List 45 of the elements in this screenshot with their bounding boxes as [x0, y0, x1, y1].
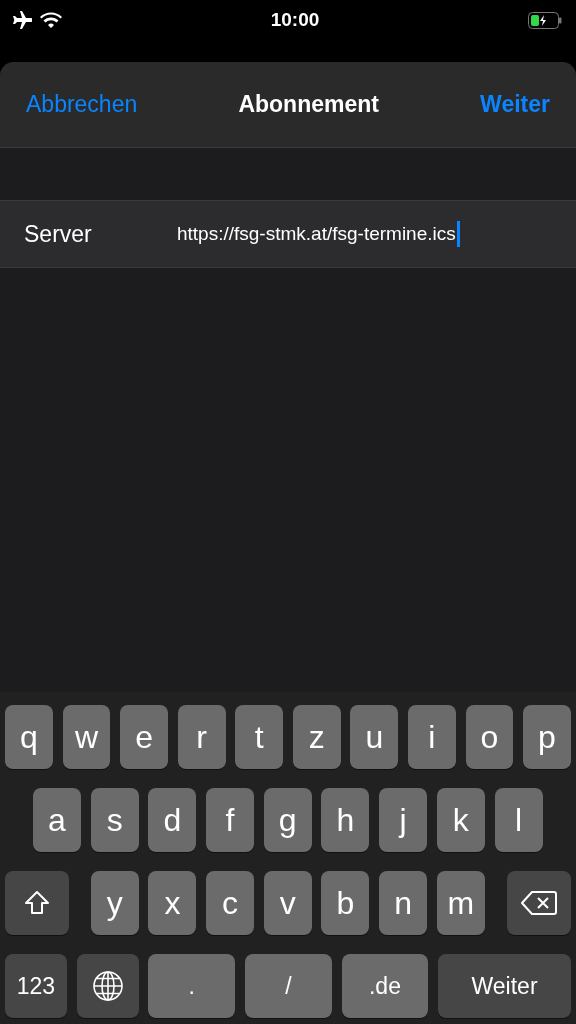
- letter-key[interactable]: e: [120, 705, 168, 769]
- cancel-button[interactable]: Abbrechen: [26, 87, 138, 122]
- letter-key[interactable]: a: [33, 788, 81, 852]
- letter-key[interactable]: w: [62, 705, 111, 769]
- letter-key[interactable]: v: [263, 871, 312, 935]
- letter-key[interactable]: n: [379, 871, 428, 935]
- letter-key[interactable]: j: [379, 788, 428, 852]
- letter-key[interactable]: c: [206, 871, 255, 935]
- sheet-title: Abonnement: [238, 90, 379, 120]
- next-button[interactable]: Weiter: [480, 87, 550, 122]
- letter-key[interactable]: x: [148, 871, 197, 935]
- shift-icon: [24, 890, 50, 916]
- shift-key[interactable]: [5, 871, 69, 935]
- letter-key[interactable]: s: [90, 788, 139, 852]
- letter-key[interactable]: t: [235, 705, 284, 769]
- letter-key[interactable]: m: [436, 871, 485, 935]
- weiter-key[interactable]: Weiter: [438, 954, 571, 1018]
- letter-key[interactable]: i: [407, 705, 456, 769]
- letter-key[interactable]: k: [436, 788, 485, 852]
- letter-key[interactable]: d: [148, 788, 197, 852]
- letter-key[interactable]: q: [5, 705, 53, 769]
- url-input-field[interactable]: https://fsg-stmk.at/fsg-termine.ics: [177, 219, 460, 249]
- letter-key[interactable]: f: [206, 788, 255, 852]
- numbers-key[interactable]: 123: [5, 954, 67, 1018]
- letter-key[interactable]: g: [263, 788, 312, 852]
- letter-key[interactable]: b: [321, 871, 370, 935]
- letter-key[interactable]: h: [321, 788, 370, 852]
- letter-key[interactable]: y: [90, 871, 139, 935]
- key[interactable]: .: [148, 954, 236, 1018]
- battery-icon: [528, 11, 562, 29]
- letter-key[interactable]: z: [292, 705, 341, 769]
- globe-icon: [91, 970, 124, 1002]
- letter-key[interactable]: l: [494, 788, 543, 852]
- field-label: Server: [24, 219, 93, 249]
- wifi-icon: [40, 12, 62, 28]
- letter-key[interactable]: o: [465, 705, 514, 769]
- key[interactable]: .de: [341, 954, 429, 1018]
- letter-key[interactable]: r: [177, 705, 226, 769]
- backspace-icon: [520, 890, 558, 916]
- backspace-key[interactable]: [507, 871, 571, 935]
- time-label: 10:00: [270, 7, 320, 32]
- letter-key[interactable]: p: [523, 705, 571, 769]
- letter-key[interactable]: u: [350, 705, 399, 769]
- globe-key[interactable]: [76, 954, 139, 1018]
- key[interactable]: /: [244, 954, 332, 1018]
